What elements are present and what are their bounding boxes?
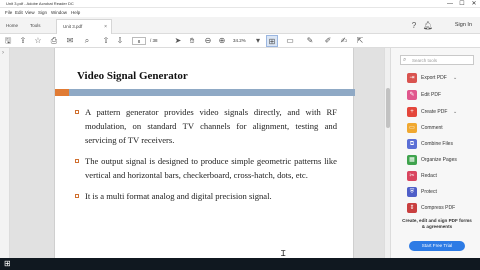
select-cursor-icon[interactable]: ➤ <box>172 35 184 47</box>
maximize-button[interactable]: ☐ <box>456 0 468 8</box>
pdf-page: Video Signal Generator A pattern generat… <box>54 48 355 258</box>
acrobat-window: Unit 3.pdf - Adobe Acrobat Reader DC — ☐… <box>0 0 480 270</box>
menu-bar: File Edit View Sign Window Help <box>0 8 480 17</box>
edit-pdf-icon: ✎ <box>407 90 417 100</box>
search-icon[interactable]: ⌕ <box>81 35 93 47</box>
tool-label: Compress PDF <box>421 205 456 211</box>
start-free-trial-button[interactable]: Start Free Trial <box>409 241 465 251</box>
tab-home[interactable]: Home <box>6 17 18 34</box>
menu-help[interactable]: Help <box>71 8 80 17</box>
bullet-item: A pattern generator provides video signa… <box>75 105 337 147</box>
left-nav-panel: › <box>0 48 10 258</box>
bullet-item: The output signal is designed to produce… <box>75 154 337 182</box>
fit-page-icon[interactable]: ⊞ <box>266 35 278 47</box>
bullet-text: It is a multi format analog and digital … <box>85 191 272 201</box>
pen-icon[interactable]: ✎ <box>304 35 316 47</box>
sign-icon[interactable]: ✍︎ <box>338 35 350 47</box>
tool-label: Protect <box>421 189 437 195</box>
menu-view[interactable]: View <box>25 8 35 17</box>
tab-tools[interactable]: Tools <box>30 17 41 34</box>
hand-tool-icon[interactable]: ✋︎ <box>186 35 198 47</box>
bullet-text: The output signal is designed to produce… <box>85 156 337 180</box>
tool-redact[interactable]: ✂ Redact <box>407 169 477 183</box>
create-pdf-icon: + <box>407 107 417 117</box>
close-tab-icon[interactable]: × <box>104 20 107 34</box>
previous-page-icon[interactable]: ⇧ <box>100 35 112 47</box>
zoom-in-icon[interactable]: ⊕ <box>216 35 228 47</box>
search-icon: ⌕ <box>403 57 407 63</box>
search-tools-input[interactable]: ⌕ Search tools <box>400 55 474 65</box>
zoom-out-icon[interactable]: ⊖ <box>202 35 214 47</box>
comment-icon: ▭ <box>407 123 417 133</box>
notification-bell-icon[interactable]: 🔔︎ <box>422 20 434 31</box>
chevron-down-icon[interactable]: ⌄ <box>453 105 457 119</box>
tool-export-pdf[interactable]: ⇥ Export PDF ⌄ <box>407 71 477 85</box>
tool-edit-pdf[interactable]: ✎ Edit PDF <box>407 88 477 102</box>
bullet-marker-icon <box>75 159 79 163</box>
save-icon[interactable]: 🖫 <box>2 35 14 47</box>
help-icon[interactable]: ? <box>408 20 420 31</box>
tool-combine-files[interactable]: ⧉ Combine Files <box>407 137 477 151</box>
tool-label: Combine Files <box>421 141 453 147</box>
menu-sign[interactable]: Sign <box>38 8 47 17</box>
page-total: / 38 <box>150 38 158 43</box>
tool-organize-pages[interactable]: ▦ Organize Pages <box>407 153 477 167</box>
toolbar: 🖫 ⇪ ☆ ⎙ ✉ ⌕ ⇧ ⇩ 8 / 38 ➤ ✋︎ ⊖ ⊕ 34.2% ▾ … <box>0 34 480 48</box>
heading-divider <box>55 89 355 96</box>
next-page-icon[interactable]: ⇩ <box>114 35 126 47</box>
tool-compress-pdf[interactable]: ⇕ Compress PDF <box>407 201 477 215</box>
email-icon[interactable]: ✉ <box>64 35 76 47</box>
tool-label: Organize Pages <box>421 157 457 163</box>
upload-icon[interactable]: ⇪ <box>17 35 29 47</box>
menu-window[interactable]: Window <box>51 8 67 17</box>
bullet-item: It is a multi format analog and digital … <box>75 189 337 203</box>
title-bar: Unit 3.pdf - Adobe Acrobat Reader DC — ☐… <box>0 0 480 8</box>
comment-tool-icon[interactable]: ▭ <box>284 35 296 47</box>
sign-in-link[interactable]: Sign In <box>455 17 472 34</box>
promo-text: Create, edit and sign PDF forms & agreem… <box>402 218 472 229</box>
os-taskbar: ⊞ <box>0 258 480 270</box>
bullet-list: A pattern generator provides video signa… <box>75 105 337 210</box>
tab-document-label: Unit 3.pdf <box>63 24 83 29</box>
minimize-button[interactable]: — <box>444 0 456 8</box>
redact-icon: ✂ <box>407 171 417 181</box>
zoom-dropdown-icon[interactable]: ▾ <box>252 35 264 47</box>
tool-label: Create PDF <box>421 109 448 115</box>
highlighter-icon[interactable]: ✐ <box>322 35 334 47</box>
tab-document[interactable]: Unit 3.pdf × <box>56 19 112 34</box>
tool-comment[interactable]: ▭ Comment <box>407 121 477 135</box>
print-icon[interactable]: ⎙ <box>48 35 60 47</box>
page-heading: Video Signal Generator <box>77 70 188 82</box>
close-window-button[interactable]: ✕ <box>468 0 480 8</box>
chevron-down-icon[interactable]: ⌄ <box>453 71 457 85</box>
tool-protect[interactable]: ⛨ Protect <box>407 185 477 199</box>
expand-left-panel-icon[interactable]: › <box>2 50 4 56</box>
start-menu-icon[interactable]: ⊞ <box>4 260 12 268</box>
tool-label: Redact <box>421 173 437 179</box>
bookmark-star-icon[interactable]: ☆ <box>32 35 44 47</box>
tools-pane: ⌕ Search tools ⇥ Export PDF ⌄ ✎ Edit PDF… <box>390 48 480 258</box>
tool-label: Export PDF <box>421 75 447 81</box>
zoom-level[interactable]: 34.2% <box>233 37 246 45</box>
window-title: Unit 3.pdf - Adobe Acrobat Reader DC <box>6 1 74 6</box>
divider-accent <box>55 89 69 96</box>
tool-label: Comment <box>421 125 443 131</box>
bullet-marker-icon <box>75 110 79 114</box>
bullet-marker-icon <box>75 194 79 198</box>
export-pdf-icon: ⇥ <box>407 73 417 83</box>
page-number-input[interactable]: 8 <box>132 37 146 45</box>
tool-create-pdf[interactable]: + Create PDF ⌄ <box>407 105 477 119</box>
document-viewport[interactable]: Video Signal Generator A pattern generat… <box>10 48 384 258</box>
organize-pages-icon: ▦ <box>407 155 417 165</box>
search-tools-placeholder: Search tools <box>412 58 438 63</box>
menu-file[interactable]: File <box>5 8 12 17</box>
compress-pdf-icon: ⇕ <box>407 203 417 213</box>
tab-bar: Home Tools Unit 3.pdf × ? 🔔︎ Sign In <box>0 17 480 49</box>
share-icon[interactable]: ⇱ <box>354 35 366 47</box>
protect-icon: ⛨ <box>407 187 417 197</box>
bullet-text: A pattern generator provides video signa… <box>85 107 337 145</box>
menu-edit[interactable]: Edit <box>15 8 23 17</box>
tool-label: Edit PDF <box>421 92 442 98</box>
combine-files-icon: ⧉ <box>407 139 417 149</box>
